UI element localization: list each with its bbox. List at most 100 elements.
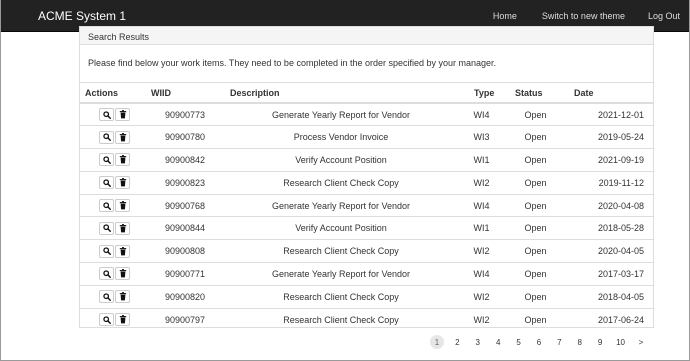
cell-type: WI4 — [457, 193, 506, 217]
table-row: 90900842 Verify Account Position WI1 Open 20… — [80, 148, 653, 172]
cell-status: Open — [506, 148, 565, 172]
page-button[interactable]: 9 — [593, 335, 608, 349]
view-button[interactable] — [99, 176, 114, 190]
cell-description: Generate Yearly Report for Vendor — [225, 102, 457, 126]
view-button[interactable] — [99, 130, 114, 144]
cell-date: 2020-04-08 — [565, 193, 653, 217]
cell-description: Generate Yearly Report for Vendor — [225, 193, 457, 217]
cell-date: 2021-09-19 — [565, 148, 653, 172]
page-button[interactable]: 6 — [531, 335, 546, 349]
page-button[interactable]: 8 — [572, 335, 587, 349]
page-button[interactable]: 5 — [511, 335, 526, 349]
cell-description: Research Client Check Copy — [225, 284, 457, 309]
table-row: 90900797 Research Client Check Copy WI2 Ope… — [80, 307, 653, 331]
delete-button[interactable] — [115, 244, 130, 258]
cell-description: Generate Yearly Report for Vendor — [225, 262, 457, 286]
cell-wiid: 90900771 — [146, 262, 225, 286]
delete-button[interactable] — [115, 313, 130, 327]
cell-type: WI1 — [457, 148, 506, 172]
view-button[interactable] — [99, 267, 114, 281]
cell-wiid: 90900808 — [146, 239, 225, 263]
col-header-status: Status — [506, 83, 565, 104]
row-actions — [80, 216, 146, 240]
cell-date: 2020-04-05 — [565, 239, 653, 263]
cell-status: Open — [506, 102, 565, 126]
cell-description: Research Client Check Copy — [225, 239, 457, 263]
col-header-actions: Actions — [80, 83, 146, 104]
cell-date: 2018-05-28 — [565, 216, 653, 240]
cell-status: Open — [506, 170, 565, 195]
delete-button[interactable] — [115, 108, 130, 122]
pagination: 1 2 3 4 5 6 7 8 9 10 > — [430, 335, 654, 349]
page-button[interactable]: 3 — [470, 335, 485, 349]
cell-wiid: 90900773 — [146, 102, 225, 126]
view-button[interactable] — [99, 108, 114, 122]
col-header-type: Type — [457, 83, 506, 104]
search-icon — [102, 293, 111, 301]
view-button[interactable] — [99, 221, 114, 235]
view-button[interactable] — [99, 290, 114, 304]
cell-description: Research Client Check Copy — [225, 307, 457, 331]
panel-intro-text: Please find below your work items. They … — [80, 45, 653, 83]
work-items-table: Actions WIID Description Type Status Dat… — [80, 83, 653, 331]
col-header-wiid: WIID — [146, 83, 225, 104]
cell-type: WI3 — [457, 125, 506, 149]
search-icon — [102, 201, 111, 210]
cell-date: 2019-11-12 — [565, 170, 653, 195]
row-actions — [80, 148, 146, 172]
delete-button[interactable] — [115, 221, 130, 235]
brand-title[interactable]: ACME System 1 — [38, 9, 126, 23]
cell-wiid: 90900780 — [146, 125, 225, 149]
search-icon — [102, 270, 111, 278]
cell-status: Open — [506, 193, 565, 217]
row-actions — [80, 125, 146, 149]
row-actions — [80, 170, 146, 195]
cell-date: 2017-06-24 — [565, 307, 653, 331]
row-actions — [80, 102, 146, 126]
cell-description: Verify Account Position — [225, 148, 457, 172]
col-header-date: Date — [565, 83, 653, 104]
delete-button[interactable] — [115, 267, 130, 281]
nav-switch-theme-link[interactable]: Switch to new theme — [532, 11, 635, 21]
cell-wiid: 90900844 — [146, 216, 225, 240]
page-next-button[interactable]: > — [633, 335, 648, 349]
row-actions — [80, 239, 146, 263]
page-button[interactable]: 10 — [613, 335, 628, 349]
cell-status: Open — [506, 216, 565, 240]
cell-description: Process Vendor Invoice — [225, 125, 457, 149]
view-button[interactable] — [99, 199, 114, 213]
cell-wiid: 90900768 — [146, 193, 225, 217]
cell-description: Research Client Check Copy — [225, 170, 457, 195]
table-row: 90900773 Generate Yearly Report for Vendo… — [80, 102, 653, 126]
cell-wiid: 90900823 — [146, 170, 225, 195]
cell-status: Open — [506, 262, 565, 286]
search-icon — [102, 247, 111, 256]
trash-icon — [119, 155, 127, 164]
page-button[interactable]: 7 — [552, 335, 567, 349]
view-button[interactable] — [99, 244, 114, 258]
nav-home-link[interactable]: Home — [483, 11, 527, 21]
cell-type: WI1 — [457, 216, 506, 240]
view-button[interactable] — [99, 153, 114, 167]
delete-button[interactable] — [115, 130, 130, 144]
delete-button[interactable] — [115, 153, 130, 167]
view-button[interactable] — [99, 313, 114, 327]
row-actions — [80, 262, 146, 286]
trash-icon — [119, 132, 127, 142]
delete-button[interactable] — [115, 176, 130, 190]
page-button[interactable]: 2 — [450, 335, 465, 349]
col-header-description: Description — [225, 83, 457, 104]
trash-icon — [119, 246, 127, 256]
page-button[interactable]: 4 — [491, 335, 506, 349]
delete-button[interactable] — [115, 199, 130, 213]
delete-button[interactable] — [115, 290, 130, 304]
nav-logout-link[interactable]: Log Out — [638, 11, 690, 21]
page-button[interactable]: 1 — [430, 335, 444, 349]
cell-status: Open — [506, 307, 565, 331]
search-icon — [102, 179, 111, 187]
cell-type: WI2 — [457, 284, 506, 309]
cell-date: 2018-04-05 — [565, 284, 653, 309]
cell-wiid: 90900842 — [146, 148, 225, 172]
row-actions — [80, 307, 146, 331]
search-icon — [102, 156, 111, 164]
